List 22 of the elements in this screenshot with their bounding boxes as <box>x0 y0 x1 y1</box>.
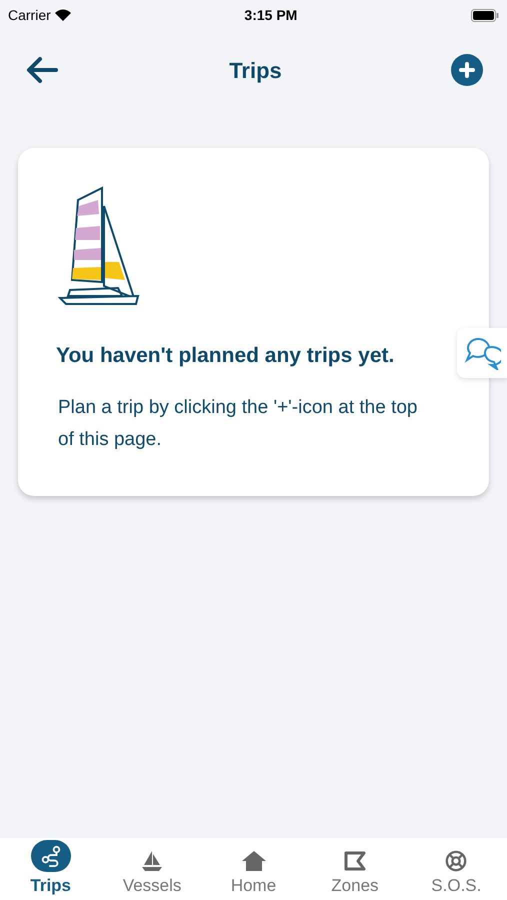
lifebuoy-icon <box>444 850 468 872</box>
tab[interactable]: Trips <box>0 840 102 898</box>
chat-icon <box>463 336 501 370</box>
chat-button[interactable] <box>457 328 507 378</box>
tab[interactable]: Vessels <box>101 840 203 898</box>
tab[interactable]: Home <box>202 840 304 898</box>
polygon-icon <box>342 850 367 872</box>
tab[interactable]: Zones <box>304 840 406 898</box>
carrier-label: Carrier <box>8 6 51 24</box>
wifi-icon <box>54 9 71 21</box>
home-icon <box>240 850 267 872</box>
empty-state-message: Plan a trip by clicking the '+'-icon at the top of this page. <box>58 396 418 452</box>
sailboat-icon <box>140 850 164 872</box>
battery-icon <box>470 8 499 22</box>
clock: 3:15 PM <box>244 6 298 24</box>
tab[interactable]: S.O.S. <box>406 840 507 898</box>
page-title: Trips <box>229 56 282 85</box>
add-button[interactable] <box>450 54 483 86</box>
plus-icon <box>458 62 475 78</box>
route-icon <box>40 845 62 867</box>
empty-state-heading: You haven't planned any trips yet. <box>56 343 396 369</box>
back-arrow-icon <box>26 57 58 83</box>
